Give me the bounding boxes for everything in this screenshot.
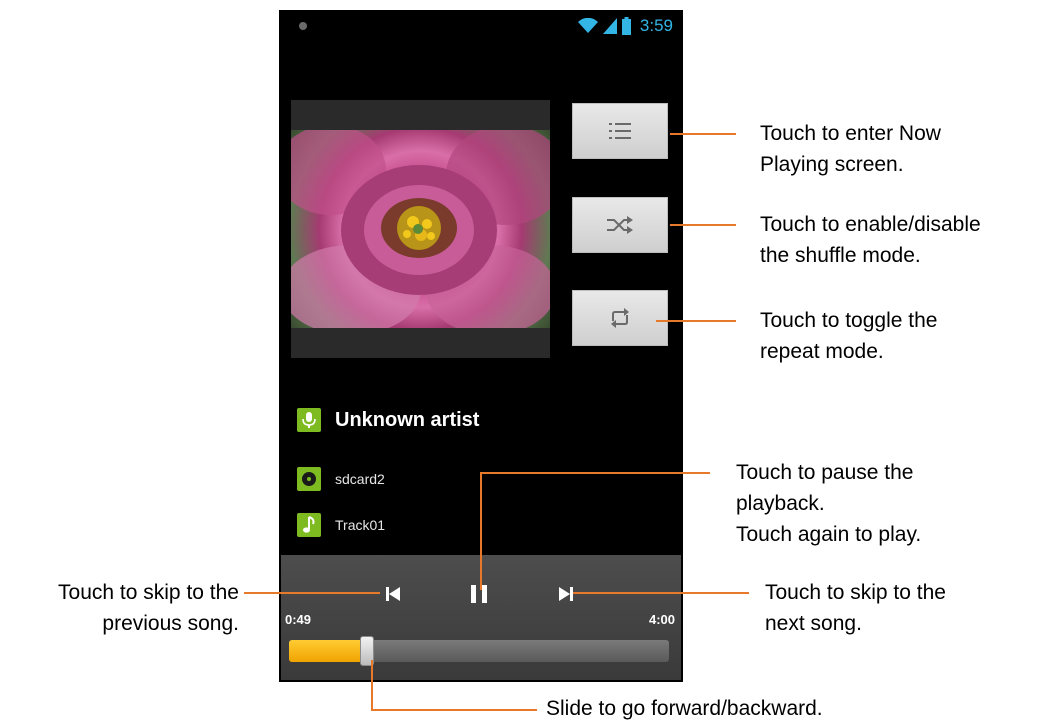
callout-seek: Slide to go forward/backward. (546, 697, 823, 720)
callout-pause: Touch to pause the playback. Touch again… (736, 461, 922, 546)
next-button[interactable] (536, 575, 596, 613)
signal-icon (602, 18, 617, 34)
track-title: Track01 (335, 517, 386, 533)
seek-bar[interactable] (289, 640, 669, 662)
pause-button[interactable] (449, 575, 509, 613)
callout-repeat: Touch to toggle the repeat mode. (760, 309, 938, 363)
notification-icon (299, 22, 307, 30)
flower-image (291, 130, 550, 328)
callout-previous: Touch to skip to the previous song. (58, 581, 239, 635)
title-row: Track01 (297, 513, 385, 537)
microphone-icon (297, 408, 321, 432)
album-art-frame (291, 100, 550, 358)
callout-line-seek-horizontal (371, 709, 537, 711)
status-bar: 3:59 (279, 10, 683, 42)
status-icons: 3:59 (577, 14, 673, 38)
wifi-icon (577, 18, 598, 33)
callout-line-next (573, 592, 749, 594)
callout-line-previous (244, 592, 380, 594)
repeat-icon (611, 308, 629, 328)
playlist-icon (609, 123, 631, 139)
callout-shuffle: Touch to enable/disable the shuffle mode… (760, 213, 981, 267)
callout-line-now-playing (670, 133, 736, 135)
repeat-button[interactable] (572, 290, 668, 346)
callout-line-shuffle (670, 224, 736, 226)
previous-button[interactable] (363, 575, 423, 613)
shuffle-button[interactable] (572, 197, 668, 253)
total-duration: 4:00 (648, 612, 675, 627)
callout-line-seek-vertical (371, 660, 373, 710)
status-time: 3:59 (639, 16, 673, 35)
album-art (291, 130, 550, 328)
disc-icon (297, 467, 321, 491)
callout-line-repeat (656, 320, 736, 322)
shuffle-icon (607, 216, 633, 234)
artist-name: Unknown artist (335, 408, 480, 431)
now-playing-button[interactable] (572, 103, 668, 159)
callout-now-playing: Touch to enter Now Playing screen. (760, 122, 941, 176)
elapsed-time: 0:49 (285, 612, 312, 627)
artist-row: Unknown artist (297, 408, 479, 432)
callout-line-pause-vertical (480, 472, 482, 590)
pause-icon (471, 585, 487, 603)
music-note-icon (297, 513, 321, 537)
album-name: sdcard2 (335, 471, 385, 487)
callout-next: Touch to skip to the next song. (765, 581, 946, 635)
battery-icon (621, 17, 631, 35)
previous-icon (386, 587, 400, 601)
album-row: sdcard2 (297, 467, 385, 491)
next-icon (559, 587, 573, 601)
callout-line-pause-horizontal (480, 472, 710, 474)
seek-progress (289, 640, 367, 662)
